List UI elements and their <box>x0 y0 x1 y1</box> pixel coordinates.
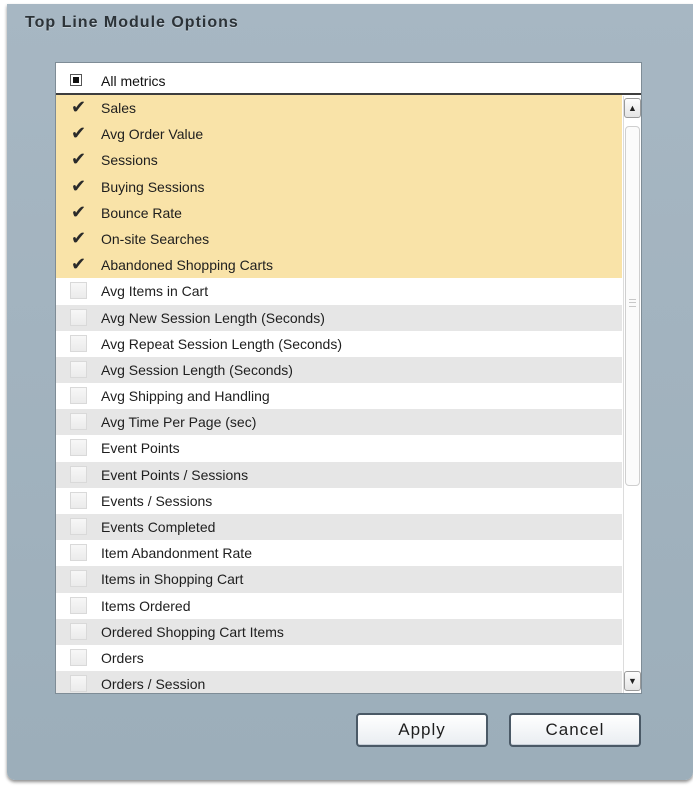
grip-icon <box>629 299 636 307</box>
metric-label: On-site Searches <box>101 230 210 247</box>
checkmark-icon: ✔ <box>71 97 87 117</box>
checkmark-icon: ✔ <box>71 227 87 248</box>
metric-label: Event Points / Sessions <box>101 466 249 483</box>
metric-row[interactable]: Orders / Session <box>56 671 622 693</box>
metric-checkbox[interactable] <box>70 360 87 378</box>
metrics-list: ✔ Sales ✔ Avg Order Value ✔ Sessions ✔ Buying S… <box>56 95 622 693</box>
metric-label: Avg Session Length (Seconds) <box>101 361 293 378</box>
metric-checkbox[interactable] <box>70 675 87 693</box>
triangle-down-icon: ▼ <box>628 676 637 686</box>
metric-label: Bounce Rate <box>101 204 182 221</box>
metric-row[interactable]: Avg Session Length (Seconds) <box>56 356 622 384</box>
metric-row[interactable]: Avg Shipping and Handling <box>56 383 622 409</box>
metrics-panel: All metrics ✔ Sales ✔ Avg Order Value ✔ Sessi… <box>55 62 642 694</box>
metric-label: Avg Repeat Session Length (Seconds) <box>101 335 343 352</box>
metric-row[interactable]: ✔ Bounce Rate <box>56 199 622 226</box>
metric-checkbox[interactable] <box>70 334 87 352</box>
checkmark-icon: ✔ <box>71 123 87 144</box>
metric-checkbox[interactable] <box>70 465 87 483</box>
metric-checkbox[interactable] <box>70 596 87 614</box>
metric-row[interactable]: ✔ Abandoned Shopping Carts <box>56 252 622 279</box>
metric-row[interactable]: Orders <box>56 645 622 671</box>
metric-label: Avg New Session Length (Seconds) <box>101 309 325 326</box>
metric-row[interactable]: Avg Time Per Page (sec) <box>56 409 622 436</box>
metric-label: Sales <box>101 100 137 116</box>
all-metrics-row[interactable]: All metrics <box>56 63 641 95</box>
metric-checkbox[interactable]: ✔ <box>70 123 87 143</box>
metric-label: Events / Sessions <box>101 492 213 509</box>
vertical-scrollbar[interactable]: ▲ ▼ <box>623 96 641 693</box>
metric-checkbox[interactable]: ✔ <box>70 254 87 274</box>
checkmark-icon: ✔ <box>71 149 87 170</box>
metric-row[interactable]: Event Points <box>56 435 622 461</box>
metric-checkbox[interactable]: ✔ <box>70 149 87 169</box>
metric-label: Orders / Session <box>101 676 206 693</box>
metric-label: Orders <box>101 649 144 666</box>
metric-row[interactable]: Avg Items in Cart <box>56 278 622 304</box>
metric-label: Events Completed <box>101 519 216 535</box>
metric-row[interactable]: ✔ Sessions <box>56 147 622 174</box>
scroll-down-button[interactable]: ▼ <box>624 671 641 691</box>
metric-row[interactable]: ✔ On-site Searches <box>56 225 622 253</box>
metric-checkbox[interactable]: ✔ <box>70 228 87 248</box>
metric-row[interactable]: ✔ Avg Order Value <box>56 121 622 148</box>
scrollbar-thumb[interactable] <box>625 126 640 486</box>
scroll-up-button[interactable]: ▲ <box>624 98 641 118</box>
metric-checkbox[interactable] <box>70 282 87 300</box>
metric-row[interactable]: Avg New Session Length (Seconds) <box>56 304 622 331</box>
metric-label: Item Abandonment Rate <box>101 545 252 562</box>
metric-checkbox[interactable] <box>70 570 87 588</box>
top-line-module-options-dialog: Top Line Module Options All metrics ✔ Sal… <box>7 4 693 780</box>
metric-label: Sessions <box>101 152 158 169</box>
all-metrics-label: All metrics <box>101 73 166 89</box>
metric-row[interactable]: Events / Sessions <box>56 488 622 514</box>
dialog-title: Top Line Module Options <box>25 14 239 31</box>
metric-row[interactable]: Items in Shopping Cart <box>56 566 622 593</box>
metric-row[interactable]: Avg Repeat Session Length (Seconds) <box>56 331 622 357</box>
checkmark-icon: ✔ <box>71 201 87 222</box>
metric-label: Avg Items in Cart <box>101 283 209 300</box>
metric-checkbox[interactable]: ✔ <box>70 176 87 196</box>
metric-label: Items Ordered <box>101 597 191 614</box>
partial-indicator-icon <box>73 77 79 83</box>
metric-checkbox[interactable] <box>70 544 87 562</box>
metric-checkbox[interactable] <box>70 439 87 457</box>
metric-label: Event Points <box>101 440 180 457</box>
metric-row[interactable]: Events Completed <box>56 514 622 541</box>
metric-row[interactable]: ✔ Buying Sessions <box>56 173 622 200</box>
metric-row[interactable]: Event Points / Sessions <box>56 461 622 488</box>
metric-label: Items in Shopping Cart <box>101 571 244 588</box>
metric-row[interactable]: Item Abandonment Rate <box>56 540 622 566</box>
metric-checkbox[interactable] <box>70 308 87 326</box>
metric-label: Buying Sessions <box>101 178 205 195</box>
metric-row[interactable]: Items Ordered <box>56 593 622 619</box>
all-metrics-checkbox[interactable] <box>70 74 82 86</box>
metric-checkbox[interactable]: ✔ <box>70 97 87 117</box>
metric-label: Avg Shipping and Handling <box>101 388 270 405</box>
metric-checkbox[interactable]: ✔ <box>70 202 87 222</box>
metric-checkbox[interactable] <box>70 518 87 535</box>
metric-checkbox[interactable] <box>70 622 87 640</box>
metric-checkbox[interactable] <box>70 648 87 666</box>
metric-checkbox[interactable] <box>70 413 87 431</box>
checkmark-icon: ✔ <box>71 175 87 196</box>
triangle-up-icon: ▲ <box>628 103 637 113</box>
metric-label: Avg Order Value <box>101 126 204 143</box>
metric-row[interactable]: Ordered Shopping Cart Items <box>56 618 622 645</box>
metric-checkbox[interactable] <box>70 387 87 405</box>
apply-button[interactable]: Apply <box>356 713 488 747</box>
metric-checkbox[interactable] <box>70 491 87 509</box>
metric-row[interactable]: ✔ Sales <box>56 95 622 122</box>
metric-label: Avg Time Per Page (sec) <box>101 414 257 431</box>
metric-label: Abandoned Shopping Carts <box>101 257 274 274</box>
checkmark-icon: ✔ <box>71 254 87 275</box>
cancel-button[interactable]: Cancel <box>509 713 641 747</box>
metric-label: Ordered Shopping Cart Items <box>101 623 284 640</box>
